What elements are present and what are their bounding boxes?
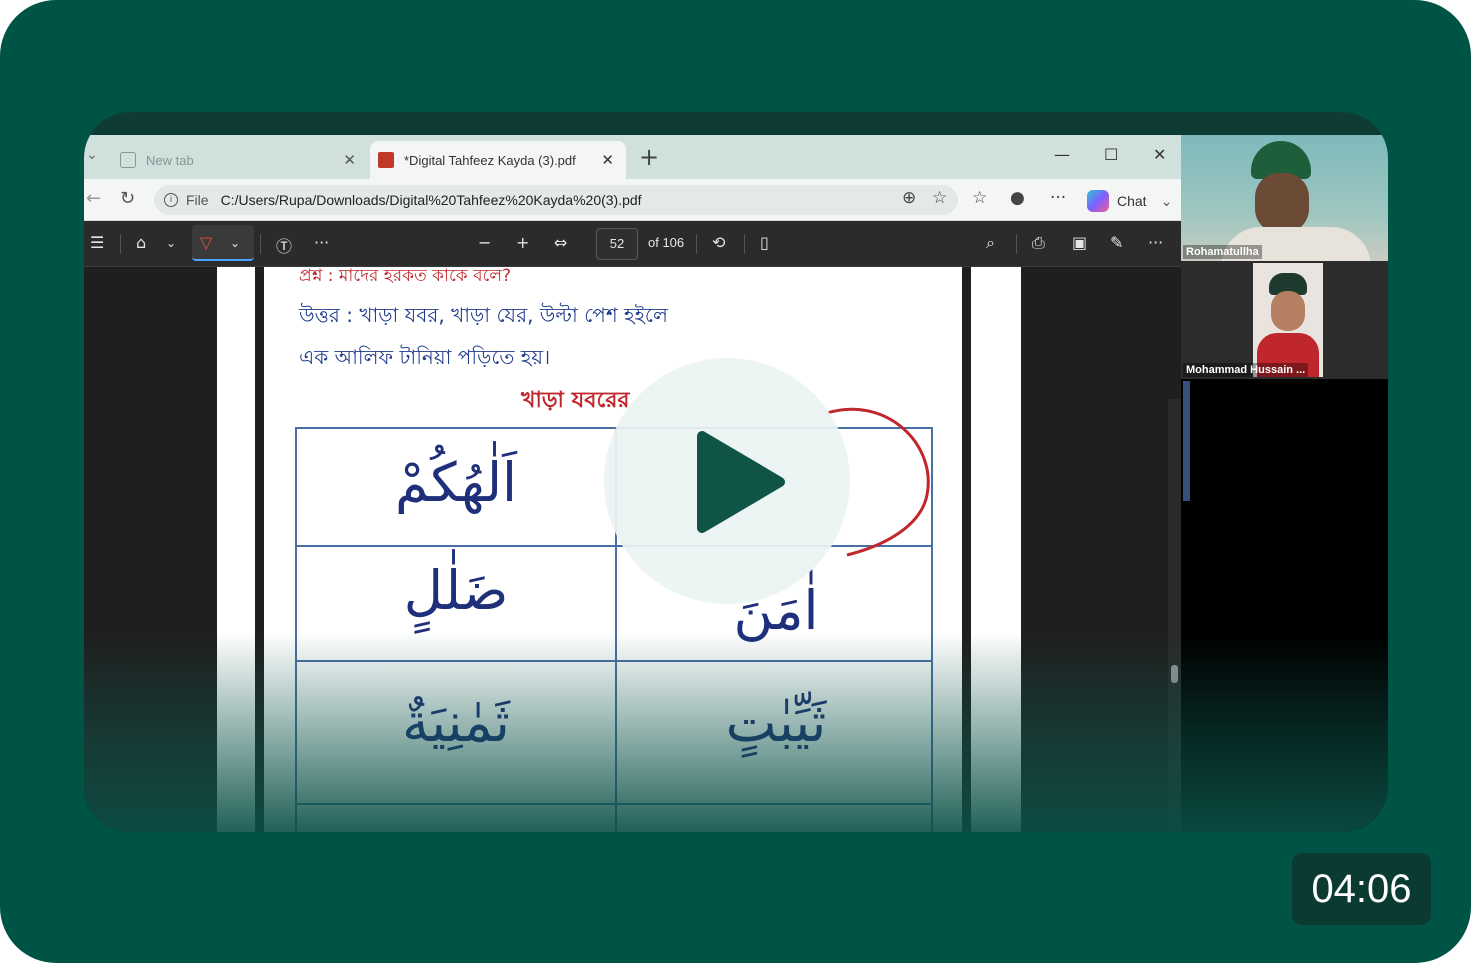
info-icon[interactable]: i xyxy=(164,193,178,207)
chevron-down-icon[interactable]: ⌄ xyxy=(1161,193,1173,210)
toolbar-divider xyxy=(696,234,697,254)
copilot-label: Chat xyxy=(1117,193,1147,209)
maximize-icon[interactable]: ☐ xyxy=(1104,145,1118,164)
tab-new-tab[interactable]: New tab ✕ xyxy=(112,141,368,179)
close-window-icon[interactable]: ✕ xyxy=(1153,145,1166,164)
answer-text-line-2: এক আলিফ টানিয়া পড়িতে হয়। xyxy=(299,345,551,369)
section-heading: খাড়া যবরের xyxy=(521,388,630,413)
participant-tile: Rohamatullha xyxy=(1181,135,1388,261)
side-strip xyxy=(1183,381,1190,501)
minimize-icon[interactable]: — xyxy=(1054,145,1070,164)
contents-list-icon[interactable]: ☰ xyxy=(90,233,104,252)
more-tools-icon[interactable]: ··· xyxy=(314,233,329,252)
back-arrow-icon[interactable]: ← xyxy=(86,188,101,209)
zoom-in-icon[interactable]: + xyxy=(516,233,529,252)
document-scrollbar[interactable] xyxy=(1168,399,1181,832)
copilot-icon xyxy=(1087,190,1109,212)
text-box-icon[interactable]: Ⓣ xyxy=(276,233,292,257)
save-icon[interactable]: ▣ xyxy=(1072,233,1087,252)
video-frame: ⌄ New tab ✕ *Digital Tahfeez Kayda (3).p… xyxy=(84,112,1388,832)
play-icon xyxy=(697,431,785,533)
profile-avatar-icon[interactable]: ● xyxy=(1010,188,1025,208)
url-field[interactable]: i File C:/Users/Rupa/Downloads/Digital%2… xyxy=(154,185,958,215)
print-icon[interactable]: ⎙ xyxy=(1032,233,1045,253)
scrollbar-thumb[interactable] xyxy=(1171,665,1178,683)
page-border-line xyxy=(255,267,264,832)
tab-label: *Digital Tahfeez Kayda (3).pdf xyxy=(404,152,576,168)
toolbar-divider xyxy=(260,234,261,254)
more-options-icon[interactable]: ··· xyxy=(1050,188,1066,208)
close-tab-icon[interactable]: ✕ xyxy=(601,151,614,169)
close-tab-icon[interactable]: ✕ xyxy=(343,151,356,169)
highlighter-icon[interactable]: ⌂ xyxy=(136,233,146,252)
video-thumbnail-card[interactable]: ⌄ New tab ✕ *Digital Tahfeez Kayda (3).p… xyxy=(0,0,1471,963)
new-tab-icon xyxy=(120,152,136,168)
table-cell: ثَمٰنِيَةٌ xyxy=(402,691,510,754)
copilot-chat-button[interactable]: Chat ⌄ xyxy=(1087,190,1172,212)
answer-text-line-1: উত্তর : খাড়া যবর, খাড়া যের, উল্টা পেশ … xyxy=(299,303,668,327)
favorite-star-icon[interactable]: ☆ xyxy=(932,188,947,208)
video-duration-badge: 04:06 xyxy=(1292,853,1431,925)
tab-label: New tab xyxy=(146,152,194,168)
fit-to-width-icon[interactable]: ⇔ xyxy=(554,233,567,252)
pdf-file-icon xyxy=(378,152,394,168)
zoom-icon[interactable]: ⊕ xyxy=(902,188,916,208)
zoom-out-icon[interactable]: − xyxy=(478,233,491,252)
participant-name: Mohammad Hussain ... xyxy=(1183,363,1309,377)
page-total-label: of 106 xyxy=(648,235,685,250)
url-text: C:/Users/Rupa/Downloads/Digital%20Tahfee… xyxy=(220,192,642,208)
table-cell: اَلٰهُكُمْ xyxy=(394,451,518,514)
search-icon[interactable]: ⌕ xyxy=(986,233,995,253)
save-as-icon[interactable]: ✎ xyxy=(1110,233,1123,252)
chevron-down-icon[interactable]: ⌄ xyxy=(166,236,176,250)
tab-bar: ⌄ New tab ✕ *Digital Tahfeez Kayda (3).p… xyxy=(84,135,1181,179)
refresh-icon[interactable]: ↻ xyxy=(120,188,135,209)
scheme-label: File xyxy=(186,192,209,208)
avatar xyxy=(1271,291,1305,331)
tab-list-chevron-icon[interactable]: ⌄ xyxy=(86,147,98,163)
table-divider xyxy=(297,660,931,662)
new-tab-plus-icon[interactable]: + xyxy=(639,143,659,171)
draw-pen-icon[interactable]: ▽ xyxy=(200,233,212,252)
rotate-icon[interactable]: ⟲ xyxy=(712,233,725,252)
pdf-page: প্রশ্ন : মাদের হরকত কাকে বলে? উত্তর : খা… xyxy=(217,267,1021,832)
participant-tile: Mohammad Hussain ... xyxy=(1181,261,1388,379)
page-border-line xyxy=(962,267,971,832)
table-divider xyxy=(297,803,931,805)
table-cell: ضَلٰلٍ xyxy=(403,559,509,622)
question-text: প্রশ্ন : মাদের হরকত কাকে বলে? xyxy=(299,267,512,286)
toolbar-divider xyxy=(744,234,745,254)
participant-tile-empty xyxy=(1181,379,1388,832)
participant-name: Rohamatullha xyxy=(1183,245,1262,259)
address-bar: ← ↻ i File C:/Users/Rupa/Downloads/Digit… xyxy=(84,179,1181,221)
toolbar-divider xyxy=(120,234,121,254)
pdf-toolbar: ☰ ⌂ ⌄ ▽ ⌄ Ⓣ ··· − + ⇔ 52 of 106 ⟲ ▯ ⌕ ⎙ … xyxy=(84,221,1181,267)
chevron-down-icon[interactable]: ⌄ xyxy=(230,236,240,250)
settings-more-icon[interactable]: ··· xyxy=(1148,233,1163,252)
page-view-icon[interactable]: ▯ xyxy=(760,233,769,252)
table-cell: ثَيِّبٰتٍ xyxy=(725,691,827,754)
favorites-list-icon[interactable]: ☆ xyxy=(972,188,987,208)
play-button[interactable] xyxy=(604,358,850,604)
page-number-input[interactable]: 52 xyxy=(596,228,638,260)
toolbar-divider xyxy=(1016,234,1017,254)
avatar xyxy=(1255,173,1309,233)
tab-pdf-document[interactable]: *Digital Tahfeez Kayda (3).pdf ✕ xyxy=(370,141,626,179)
